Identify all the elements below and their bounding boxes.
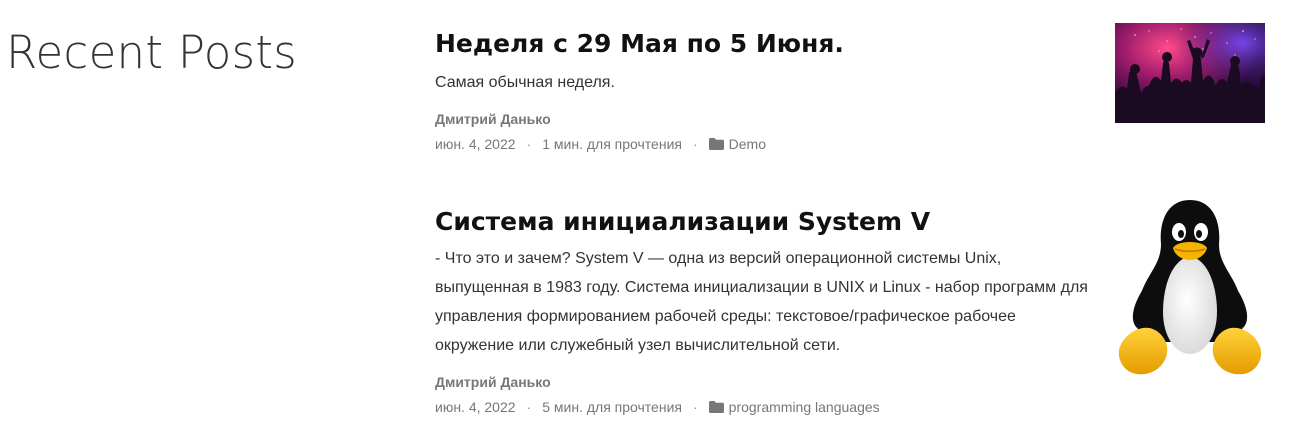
post-date: июн. 4, 2022 [435, 136, 516, 152]
party-crowd-image [1115, 23, 1265, 123]
post-card: Неделя с 29 Мая по 5 Июня. Самая обычная… [435, 28, 1095, 154]
post-excerpt: - Что это и зачем? System V — одна из ве… [435, 250, 1088, 354]
category-link[interactable]: Demo [729, 134, 766, 154]
post-date: июн. 4, 2022 [435, 399, 516, 415]
meta-separator: · [692, 136, 698, 152]
read-time: 1 мин. для прочтения [542, 136, 682, 152]
folder-icon [708, 401, 724, 413]
post-thumbnail[interactable] [1115, 196, 1265, 381]
folder-icon [708, 138, 724, 150]
tux-penguin-image [1118, 200, 1262, 375]
category-link[interactable]: programming languages [729, 397, 880, 417]
post-thumbnail[interactable] [1115, 23, 1265, 123]
post-author-link[interactable]: Дмитрий Данько [435, 373, 1095, 391]
post-author-link[interactable]: Дмитрий Данько [435, 110, 1095, 128]
meta-separator: · [526, 399, 532, 415]
meta-separator: · [526, 136, 532, 152]
meta-separator: · [692, 399, 698, 415]
post-title-link[interactable]: Неделя с 29 Мая по 5 Июня. [435, 28, 1095, 60]
post-excerpt: Самая обычная неделя. [435, 74, 615, 91]
post-meta: июн. 4, 2022 · 1 мин. для прочтения · De… [435, 134, 1095, 154]
post-meta: июн. 4, 2022 · 5 мин. для прочтения · pr… [435, 397, 1095, 417]
post-card: Система инициализации System V - Что это… [435, 206, 1095, 417]
section-title: Recent Posts [6, 26, 298, 79]
read-time: 5 мин. для прочтения [542, 399, 682, 415]
post-title-link[interactable]: Система инициализации System V [435, 206, 1095, 238]
